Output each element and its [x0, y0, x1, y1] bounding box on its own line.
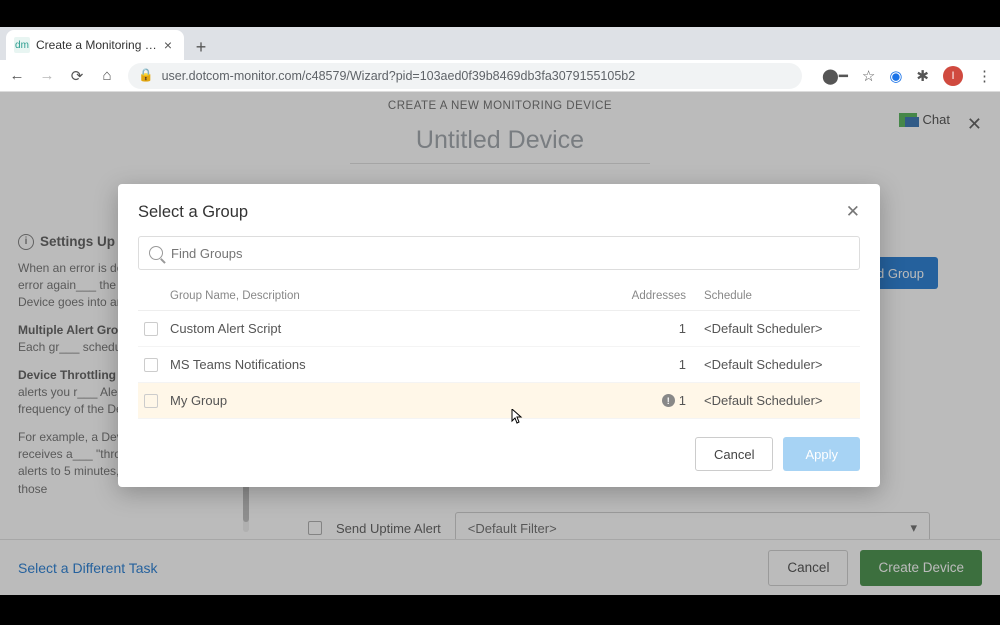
search-input[interactable]	[171, 246, 849, 261]
modal-close-button[interactable]: ✕	[846, 202, 860, 222]
col-schedule-header[interactable]: Schedule	[704, 290, 854, 302]
row-addresses: 1	[624, 357, 704, 372]
password-key-icon[interactable]: ⬤━	[822, 67, 848, 85]
group-row[interactable]: Custom Alert Script 1 <Default Scheduler…	[138, 311, 860, 347]
browser-menu-icon[interactable]: ⋮	[977, 67, 992, 85]
tab-title: Create a Monitoring Device	[36, 38, 160, 52]
tab-close-icon[interactable]: ×	[160, 37, 176, 53]
modal-header: Select a Group ✕	[138, 202, 860, 222]
toolbar-right: ⬤━ ☆ ◉ ✱ I ⋮	[822, 66, 992, 86]
extension-icon-2[interactable]: ✱	[916, 67, 929, 85]
back-button[interactable]: ←	[8, 67, 26, 84]
group-search-box[interactable]	[138, 236, 860, 270]
row-schedule: <Default Scheduler>	[704, 321, 854, 336]
profile-avatar[interactable]: I	[943, 66, 963, 86]
warning-icon: !	[662, 394, 675, 407]
home-button[interactable]: ⌂	[98, 67, 116, 84]
group-row[interactable]: My Group ! 1 <Default Scheduler>	[138, 383, 860, 419]
row-checkbox[interactable]	[144, 322, 158, 336]
row-addresses: 1	[624, 321, 704, 336]
browser-tab[interactable]: dm Create a Monitoring Device ×	[6, 30, 184, 60]
nav-row: ← → ⟳ ⌂ 🔒 user.dotcom-monitor.com/c48579…	[0, 60, 1000, 92]
lock-icon: 🔒	[138, 68, 154, 83]
group-row[interactable]: MS Teams Notifications 1 <Default Schedu…	[138, 347, 860, 383]
col-name-header[interactable]: Group Name, Description	[170, 290, 624, 302]
row-schedule: <Default Scheduler>	[704, 357, 854, 372]
row-name: Custom Alert Script	[170, 321, 624, 336]
search-icon	[149, 246, 163, 260]
bookmark-star-icon[interactable]: ☆	[862, 67, 875, 85]
forward-button[interactable]: →	[38, 67, 56, 84]
address-bar[interactable]: 🔒 user.dotcom-monitor.com/c48579/Wizard?…	[128, 63, 802, 89]
tab-favicon: dm	[14, 37, 30, 53]
row-name: My Group	[170, 393, 624, 408]
modal-actions: Cancel Apply	[138, 437, 860, 471]
apply-button[interactable]: Apply	[783, 437, 860, 471]
extension-icon-1[interactable]: ◉	[889, 67, 902, 85]
row-checkbox[interactable]	[144, 358, 158, 372]
reload-button[interactable]: ⟳	[68, 67, 86, 85]
row-name: MS Teams Notifications	[170, 357, 624, 372]
select-group-modal: Select a Group ✕ Group Name, Description…	[118, 184, 880, 487]
new-tab-button[interactable]: +	[188, 34, 214, 60]
col-addresses-header[interactable]: Addresses	[624, 290, 704, 302]
modal-title: Select a Group	[138, 203, 248, 222]
row-checkbox[interactable]	[144, 394, 158, 408]
browser-chrome: dm Create a Monitoring Device × + ← → ⟳ …	[0, 27, 1000, 92]
row-addresses: ! 1	[624, 393, 704, 408]
grid-header: Group Name, Description Addresses Schedu…	[138, 282, 860, 311]
row-schedule: <Default Scheduler>	[704, 393, 854, 408]
url-text: user.dotcom-monitor.com/c48579/Wizard?pi…	[162, 69, 636, 83]
cancel-button[interactable]: Cancel	[695, 437, 773, 471]
tab-strip: dm Create a Monitoring Device × +	[0, 27, 1000, 60]
row-addr-value: 1	[679, 393, 686, 408]
